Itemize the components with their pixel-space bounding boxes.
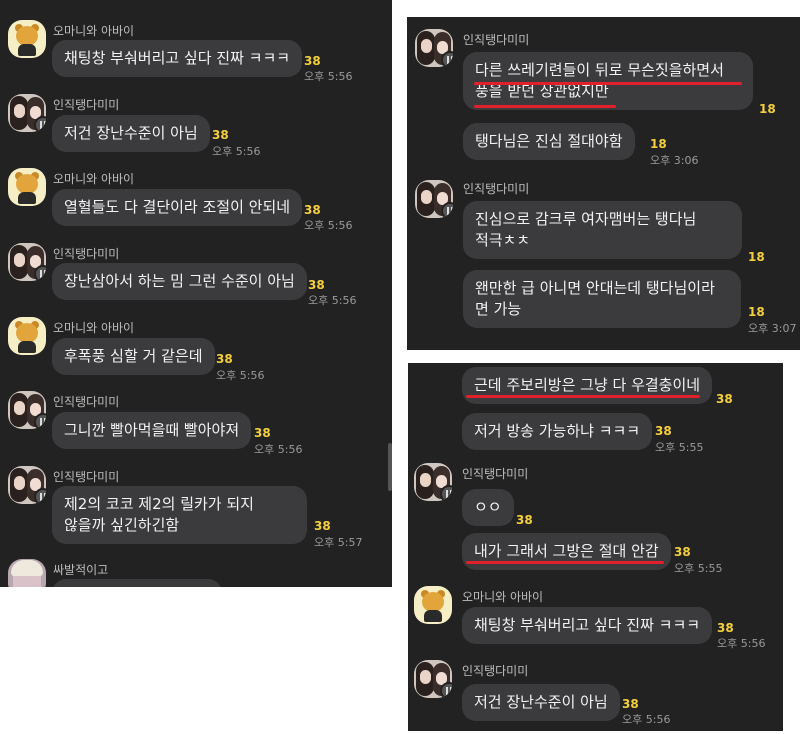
- message-time: 오후 5:56: [308, 294, 357, 307]
- message-bubble[interactable]: 왠만한 급 아니면 안대는데 탱다님이라 면 가능: [463, 270, 741, 328]
- sender-name: 인직탱다미미: [462, 467, 529, 481]
- message-bubble[interactable]: 탱다님은 진심 절대야함: [463, 123, 635, 160]
- message-bubble-partial[interactable]: [52, 579, 222, 587]
- message-bubble[interactable]: 제2의 코코 제2의 릴카가 되지 않을까 싶긴하긴함: [52, 486, 307, 544]
- unread-count: 38: [674, 545, 691, 559]
- message-bubble[interactable]: 장난삼아서 하는 밈 그런 수준이 아님: [52, 263, 307, 300]
- pause-badge-icon: [440, 682, 452, 698]
- message-bubble[interactable]: 진심으로 감크루 여자맴버는 탱다님 적극ㅊㅊ: [463, 201, 742, 259]
- pause-badge-icon: [441, 202, 453, 218]
- unread-count: 18: [748, 250, 765, 264]
- avatar-profile-icon[interactable]: [8, 559, 46, 587]
- message-bubble[interactable]: 저건 장난수준이 아님: [52, 115, 210, 152]
- message-time: 오후 5:57: [314, 536, 363, 549]
- unread-count: 38: [717, 621, 734, 635]
- highlight-underline: [466, 395, 700, 398]
- sender-name: 싸발적이고: [53, 563, 109, 577]
- message-time: 오후 5:56: [216, 369, 265, 382]
- message-bubble[interactable]: 다른 쓰레기련들이 뒤로 무슨짓을하면서 풍을 받던 상관없지만: [463, 52, 753, 110]
- unread-count: 18: [759, 102, 776, 116]
- sender-name: 오마니와 아바이: [53, 172, 135, 186]
- sender-name: 인직탱다미미: [53, 395, 120, 409]
- unread-count: 18: [650, 137, 667, 151]
- message-time: 오후 5:56: [304, 219, 353, 232]
- unread-count: 38: [212, 128, 229, 142]
- pause-badge-icon: [34, 265, 46, 281]
- unread-count: 38: [308, 278, 325, 292]
- message-bubble[interactable]: 채팅창 부숴버리고 싶다 진짜 ㅋㅋㅋ: [462, 607, 713, 644]
- sender-name: 인직탱다미미: [463, 182, 530, 196]
- avatar-bear-icon[interactable]: [8, 20, 46, 58]
- pause-badge-icon: [34, 488, 46, 504]
- avatar-profile-icon[interactable]: [8, 243, 46, 281]
- scrollbar[interactable]: [388, 443, 392, 491]
- unread-count: 38: [516, 513, 533, 527]
- highlight-underline: [474, 105, 616, 108]
- avatar-profile-icon[interactable]: [415, 29, 453, 67]
- avatar-bear-icon[interactable]: [8, 317, 46, 355]
- pause-badge-icon: [440, 485, 452, 501]
- message-time: 오후 5:56: [304, 70, 353, 83]
- unread-count: 38: [314, 519, 331, 533]
- message-time: 오후 3:07: [748, 322, 797, 335]
- pause-badge-icon: [441, 51, 453, 67]
- unread-count: 18: [748, 305, 765, 319]
- sender-name: 인직탱다미미: [53, 247, 120, 261]
- avatar-profile-icon[interactable]: [8, 391, 46, 429]
- unread-count: 38: [216, 352, 233, 366]
- unread-count: 38: [304, 203, 321, 217]
- message-time: 오후 5:56: [622, 713, 671, 726]
- message-bubble[interactable]: 후폭풍 심할 거 같은데: [52, 338, 215, 375]
- chat-panel-1: 오마니와 아바이 채팅창 부숴버리고 싶다 진짜 ㅋㅋㅋ 38 오후 5:56 …: [0, 0, 392, 587]
- avatar-profile-icon[interactable]: [8, 466, 46, 504]
- message-time: 오후 5:56: [254, 443, 303, 456]
- avatar-profile-icon[interactable]: [8, 94, 46, 132]
- unread-count: 38: [716, 392, 733, 406]
- highlight-underline: [466, 561, 664, 564]
- message-bubble[interactable]: 채팅창 부숴버리고 싶다 진짜 ㅋㅋㅋ: [52, 40, 303, 77]
- message-bubble[interactable]: 근데 주보리방은 그냥 다 우결충이네: [462, 367, 713, 404]
- message-time: 오후 5:55: [674, 562, 723, 575]
- unread-count: 38: [304, 54, 321, 68]
- message-time: 오후 5:55: [655, 441, 704, 454]
- message-bubble[interactable]: 저거 방송 가능하냐 ㅋㅋㅋ: [462, 413, 653, 450]
- avatar-profile-icon[interactable]: [414, 660, 452, 698]
- avatar-bear-icon[interactable]: [8, 168, 46, 206]
- chat-panel-3: 근데 주보리방은 그냥 다 우결충이네 38 저거 방송 가능하냐 ㅋㅋㅋ 38…: [408, 363, 783, 731]
- unread-count: 38: [655, 424, 672, 438]
- chat-panel-2: 인직탱다미미 다른 쓰레기련들이 뒤로 무슨짓을하면서 풍을 받던 상관없지만 …: [407, 17, 800, 350]
- message-bubble[interactable]: 그니깐 빨아먹을때 빨아야져: [52, 412, 252, 449]
- sender-name: 오마니와 아바이: [53, 321, 135, 335]
- sender-name: 오마니와 아바이: [462, 590, 544, 604]
- message-bubble[interactable]: 열혈들도 다 결단이라 조절이 안되네: [52, 189, 303, 226]
- avatar-profile-icon[interactable]: [415, 180, 453, 218]
- message-bubble[interactable]: 저건 장난수준이 아님: [462, 684, 620, 721]
- avatar-profile-icon[interactable]: [414, 463, 452, 501]
- highlight-underline: [474, 82, 742, 85]
- unread-count: 38: [254, 426, 271, 440]
- message-time: 오후 5:56: [717, 637, 766, 650]
- sender-name: 인직탱다미미: [53, 98, 120, 112]
- message-time: 오후 3:06: [650, 154, 699, 167]
- sender-name: 인직탱다미미: [53, 470, 120, 484]
- sender-name: 인직탱다미미: [462, 664, 529, 678]
- message-bubble[interactable]: 내가 그래서 그방은 절대 안감: [462, 533, 671, 570]
- sender-name: 오마니와 아바이: [53, 24, 135, 38]
- unread-count: 38: [622, 697, 639, 711]
- avatar-bear-icon[interactable]: [414, 586, 452, 624]
- sender-name: 인직탱다미미: [463, 33, 530, 47]
- message-bubble[interactable]: ㅇㅇ: [462, 489, 514, 526]
- message-time: 오후 5:56: [212, 145, 261, 158]
- pause-badge-icon: [34, 116, 46, 132]
- pause-badge-icon: [34, 413, 46, 429]
